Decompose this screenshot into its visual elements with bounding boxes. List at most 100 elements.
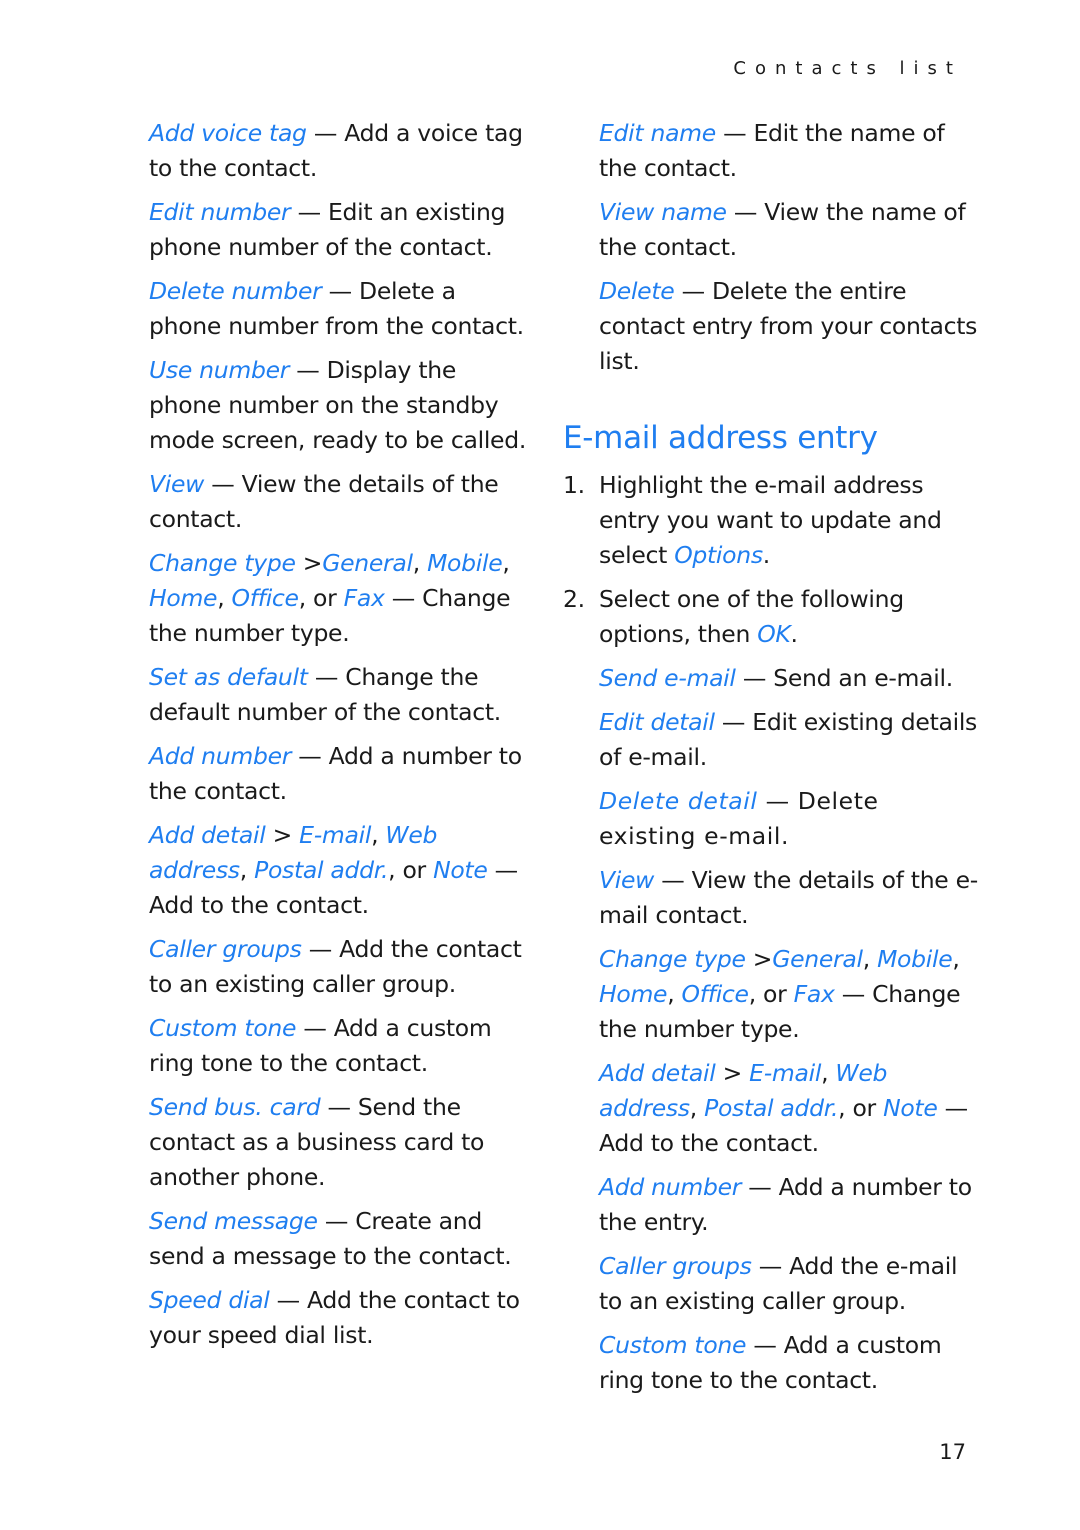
running-header: Contacts list (733, 58, 962, 79)
section-heading: E-mail address entry (563, 420, 878, 456)
option-term: Add detail (599, 1059, 716, 1087)
option-term: Delete detail (599, 787, 758, 815)
step-number: 1. (563, 471, 585, 499)
punct: , or (748, 980, 794, 1008)
option-separator: > (265, 821, 300, 849)
option-term: View (149, 470, 205, 498)
menu-option-entry: Custom tone — Add a custom ring tone to … (599, 1328, 983, 1398)
option-description: — Send an e-mail. (735, 664, 953, 692)
sub-option: Postal addr. (254, 856, 389, 884)
option-separator: > (295, 549, 323, 577)
menu-option-entry: Add detail > E-mail, Web address, Postal… (149, 818, 529, 923)
option-term: Add voice tag (149, 119, 307, 147)
menu-option-entry: Caller groups — Add the contact to an ex… (149, 932, 529, 1002)
menu-option-entry: Delete — Delete the entire contact entry… (599, 274, 984, 379)
option-term: Add number (599, 1173, 742, 1201)
option-term: Send bus. card (149, 1093, 321, 1121)
right-column: Edit name — Edit the name of the contact… (599, 116, 984, 388)
left-column: Add voice tag — Add a voice tag to the c… (149, 116, 529, 1362)
option-term: Send message (149, 1207, 318, 1235)
menu-option-entry: Delete number — Delete a phone number fr… (149, 274, 529, 344)
punct: , (217, 584, 232, 612)
option-term: Use number (149, 356, 290, 384)
step-instruction: Highlight the e-mail address entry you w… (599, 471, 942, 569)
option-term: Speed dial (149, 1286, 270, 1314)
punct: , (667, 980, 682, 1008)
option-term: Delete number (149, 277, 322, 305)
menu-option-entry: Change type >General, Mobile, Home, Offi… (149, 546, 529, 651)
sub-option: Office (231, 584, 299, 612)
option-term: Custom tone (149, 1014, 297, 1042)
menu-option-entry: Send message — Create and send a message… (149, 1204, 529, 1274)
step-text: Select one of the following options, the… (599, 582, 983, 652)
steps-list: 1. Highlight the e-mail address entry yo… (563, 468, 983, 1407)
step-item: 1. Highlight the e-mail address entry yo… (563, 468, 983, 573)
sub-option: Home (149, 584, 218, 612)
menu-option-entry: Send bus. card — Send the contact as a b… (149, 1090, 529, 1195)
menu-option-entry: Edit number — Edit an existing phone num… (149, 195, 529, 265)
option-term: Send e-mail (599, 664, 736, 692)
menu-option-entry: Add number — Add a number to the contact… (149, 739, 529, 809)
punct: , or (388, 856, 434, 884)
sub-option: E-mail (299, 821, 372, 849)
punct: . (762, 541, 770, 569)
menu-option-entry: View — View the details of the e-mail co… (599, 863, 983, 933)
punct: , (371, 821, 386, 849)
option-term: Change type (149, 549, 296, 577)
step-number: 2. (563, 585, 585, 613)
menu-option-entry: Add voice tag — Add a voice tag to the c… (149, 116, 529, 186)
option-term: Add number (149, 742, 292, 770)
menu-option-entry: Add detail > E-mail, Web address, Postal… (599, 1056, 983, 1161)
option-term: Custom tone (599, 1331, 747, 1359)
option-separator: > (715, 1059, 750, 1087)
option-term: Caller groups (599, 1252, 752, 1280)
punct: , or (298, 584, 344, 612)
option-term: Add detail (149, 821, 266, 849)
sub-option: Note (883, 1094, 938, 1122)
sub-option: Fax (343, 584, 385, 612)
punct: , (689, 1094, 705, 1122)
menu-option-entry: Send e-mail — Send an e-mail. (599, 661, 983, 696)
sub-option: Fax (793, 980, 835, 1008)
punct: , (952, 945, 960, 973)
sub-option: E-mail (749, 1059, 822, 1087)
step-link: Options (674, 541, 763, 569)
punct: , (862, 945, 878, 973)
menu-option-entry: Add number — Add a number to the entry. (599, 1170, 983, 1240)
sub-option: Postal addr. (704, 1094, 839, 1122)
menu-option-entry: View name — View the name of the contact… (599, 195, 984, 265)
menu-option-entry: Caller groups — Add the e-mail to an exi… (599, 1249, 983, 1319)
sub-option: Home (599, 980, 668, 1008)
option-term: Change type (599, 945, 746, 973)
menu-option-entry: Edit name — Edit the name of the contact… (599, 116, 984, 186)
menu-option-entry: Delete detail — Delete existing e-mail. (599, 784, 983, 854)
menu-option-entry: Edit detail — Edit existing details of e… (599, 705, 983, 775)
option-term: View name (599, 198, 727, 226)
option-description: — View the details of the e-mail contact… (599, 866, 978, 929)
step-text: Highlight the e-mail address entry you w… (599, 468, 983, 573)
page-number: 17 (939, 1440, 966, 1464)
punct: , (412, 549, 428, 577)
punct: . (790, 620, 798, 648)
sub-option: Mobile (877, 945, 953, 973)
option-term: Set as default (149, 663, 308, 691)
menu-option-entry: Set as default — Change the default numb… (149, 660, 529, 730)
option-separator: > (745, 945, 773, 973)
option-term: Edit name (599, 119, 716, 147)
option-term: View (599, 866, 655, 894)
menu-option-entry: Speed dial — Add the contact to your spe… (149, 1283, 529, 1353)
punct: , or (838, 1094, 884, 1122)
punct: , (821, 1059, 836, 1087)
step-instruction: Select one of the following options, the… (599, 585, 904, 648)
menu-option-entry: View — View the details of the contact. (149, 467, 529, 537)
step-link: OK (757, 620, 791, 648)
sub-option: General (772, 945, 863, 973)
option-term: Caller groups (149, 935, 302, 963)
menu-option-entry: Custom tone — Add a custom ring tone to … (149, 1011, 529, 1081)
sub-option: Note (433, 856, 488, 884)
sub-option: Mobile (427, 549, 503, 577)
menu-option-entry: Use number — Display the phone number on… (149, 353, 529, 458)
option-term: Edit detail (599, 708, 715, 736)
sub-option: General (322, 549, 413, 577)
punct: , (239, 856, 255, 884)
